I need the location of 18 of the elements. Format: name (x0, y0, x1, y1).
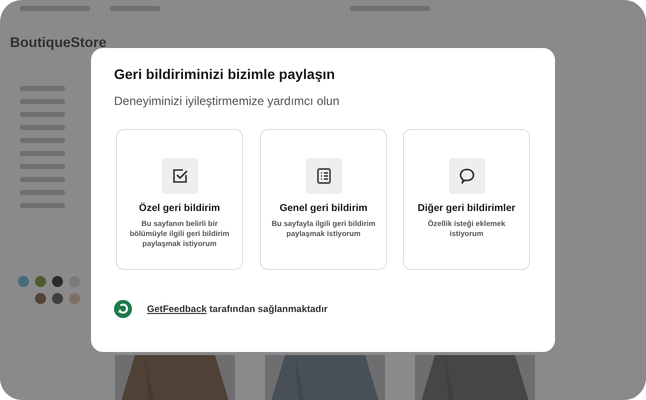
checkbox-icon (170, 167, 188, 185)
dialog-subtitle: Deneyiminizi iyileştirmemize yardımcı olun (114, 94, 340, 108)
powered-by-text: GetFeedback tarafından sağlanmaktadır (147, 304, 328, 314)
color-swatch[interactable] (35, 276, 46, 287)
color-swatch[interactable] (52, 293, 63, 304)
getfeedback-link[interactable]: GetFeedback (147, 304, 207, 314)
color-swatch[interactable] (52, 276, 63, 287)
option-title: Genel geri bildirim (280, 203, 368, 214)
color-swatch[interactable] (18, 276, 29, 287)
color-swatch[interactable] (69, 293, 80, 304)
speech-bubble-icon (458, 167, 476, 185)
option-title: Özel geri bildirim (138, 203, 220, 214)
option-title: Diğer geri bildirimler (418, 203, 516, 214)
list-icon (314, 167, 332, 185)
color-swatch[interactable] (35, 293, 46, 304)
dialog-title: Geri bildiriminizi bizimle paylaşın (114, 66, 336, 82)
refresh-logo-icon (114, 300, 132, 318)
store-logo[interactable]: BoutiqueStore (10, 34, 106, 50)
